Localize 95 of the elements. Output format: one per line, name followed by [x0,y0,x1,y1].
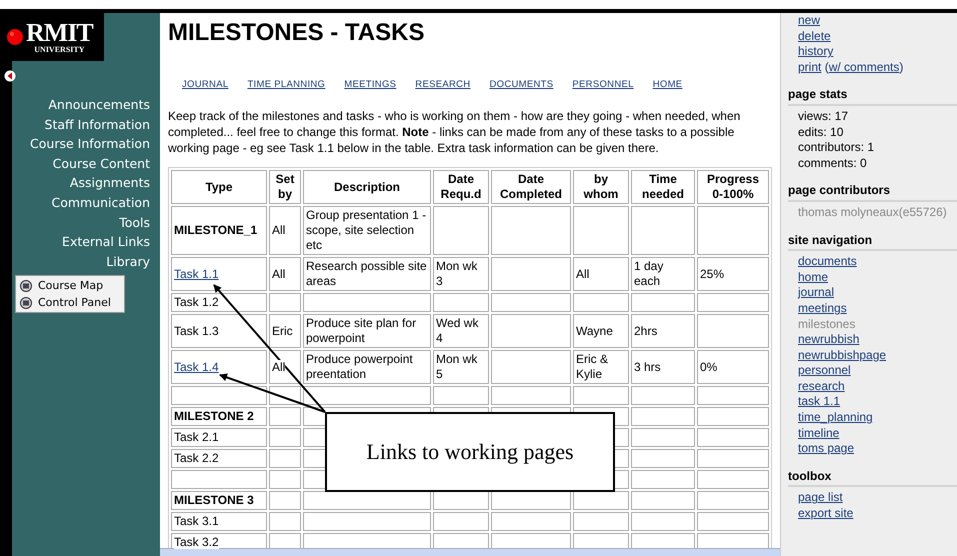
page-title: MILESTONES - TASKS [168,19,426,47]
tool-link[interactable]: Course Map [20,279,120,292]
toolbox-link[interactable]: export site [788,506,854,522]
sidebar-link[interactable]: Communication [12,192,160,213]
table-cell: Eric [269,314,301,348]
nav-link[interactable]: TIME PLANNING [247,79,326,90]
logo-subtitle: UNIVERSITY [34,44,84,54]
table-cell: 25% [697,257,769,291]
table-cell: All [573,257,629,291]
column-header: Set by [269,170,301,204]
table-cell: Wayne [573,314,629,348]
sidebar-link[interactable]: Tools [12,212,160,232]
site-nav-link[interactable]: task 1.1 [788,394,840,410]
column-header: Type [171,170,267,204]
table-cell: 2hrs [631,314,695,348]
site-nav-link[interactable]: documents [788,254,857,270]
stat-text: comments: 0 [797,156,868,172]
table-cell: All [269,257,301,291]
sidebar-link[interactable]: Course Content [12,154,160,174]
stat-text: views: 17 [797,108,850,125]
horizontal-scrollbar[interactable] [160,548,780,556]
table-cell: 1 day each [631,257,695,291]
logo-name: RMIT [26,20,93,44]
site-nav-link[interactable]: newrubbishpage [788,348,886,364]
action-link[interactable]: new [788,13,820,29]
action-link[interactable]: history [788,44,834,60]
table-cell: 3 hrs [631,350,695,384]
print-comments-link[interactable]: w/ comments [828,60,900,76]
tool-link[interactable]: Control Panel [20,296,120,310]
section-heading: page contributors [788,183,957,202]
column-header: by whom [573,170,629,204]
table-cell: Task 1.3 [171,314,267,348]
table-cell: Task 2.2 [171,449,267,468]
table-cell: Mon wk 5 [433,350,489,384]
site-nav-link[interactable]: home [788,270,828,286]
map-icon [20,280,32,292]
table-cell: Eric & Kylie [573,350,629,384]
action-link[interactable]: delete [788,28,831,44]
table-cell: Task 3.1 [171,512,267,531]
nav-link[interactable]: DOCUMENTS [489,79,554,90]
column-header: Description [303,170,431,204]
site-nav-link[interactable]: journal [788,285,834,301]
table-cell: All [269,350,301,384]
task-link[interactable]: Task 1.4 [174,360,219,374]
callout-box: Links to working pages [325,412,615,492]
nav-link[interactable]: RESEARCH [415,79,470,90]
contributor-text: thomas molyneaux(e55726) [797,204,948,221]
print-link[interactable]: print [798,60,822,76]
nav-link[interactable]: PERSONNEL [572,79,634,90]
sidebar-link[interactable]: Assignments [12,173,160,193]
table-cell: MILESTONE 3 [171,491,267,510]
sidebar-link[interactable]: Library [12,252,160,272]
sidebar-link[interactable]: Staff Information [12,114,160,134]
paren-mark: ( [824,60,829,76]
section-heading: toolbox [788,468,957,488]
section-heading: site navigation [788,232,957,252]
stat-text: contributors: 1 [797,140,876,156]
table-cell: Produce powerpoint preentation [303,350,431,384]
sidebar-link[interactable]: Course Information [12,134,160,154]
table-cell: Group presentation 1 - scope, site selection etc [303,206,431,255]
table-cell: Task 2.1 [171,428,267,447]
section-heading: page stats [788,87,957,106]
site-nav-link[interactable]: meetings [788,300,847,316]
column-header: Date Completed [491,170,571,204]
table-cell: Mon wk 3 [433,257,489,291]
site-nav-link[interactable]: time_planning [788,410,873,426]
table-cell: Produce site plan for powerpoint [303,314,431,348]
intro-paragraph: Keep track of the milestones and tasks - who is working on them - how are they going - when needed, when completed... feel free to change this format. Note - links can be made from any of these tasks to a possible working page - eg see Task 1.1 below in the table. Extra task information can be given there. [168,108,742,156]
table-cell: 0% [697,350,769,384]
column-header: Progress 0-100% [697,170,769,204]
task-link[interactable]: Task 1.1 [174,266,219,280]
table-cell: Research possible site areas [303,257,431,291]
nav-link[interactable]: HOME [652,79,682,90]
site-nav-link[interactable]: toms page [788,441,854,457]
site-nav-link[interactable]: newrubbish [788,332,860,348]
site-nav-link[interactable]: timeline [788,426,840,442]
table-cell: Wed wk 4 [433,314,489,348]
paren-mark: ) [899,60,904,76]
sidebar-link[interactable]: Announcements [12,95,160,115]
table-cell: Task 1.2 [171,293,267,312]
toolbox-link[interactable]: page list [788,490,843,506]
stat-text: edits: 10 [797,124,844,140]
collapse-icon[interactable] [4,70,16,82]
nav-link[interactable]: MEETINGS [344,79,396,90]
table-cell: All [269,206,301,255]
table-cell: MILESTONE_1 [171,206,267,255]
column-header: Date Requ.d [433,170,489,204]
logo-emblem-icon [6,28,24,46]
nav-link[interactable]: JOURNAL [182,79,228,90]
column-header: Time needed [631,170,695,204]
site-nav-link[interactable]: research [788,378,845,394]
site-nav-link[interactable]: personnel [788,363,851,379]
panel-icon [20,296,32,309]
sidebar-link[interactable]: External Links [12,232,160,252]
table-cell: MILESTONE 2 [171,407,267,426]
